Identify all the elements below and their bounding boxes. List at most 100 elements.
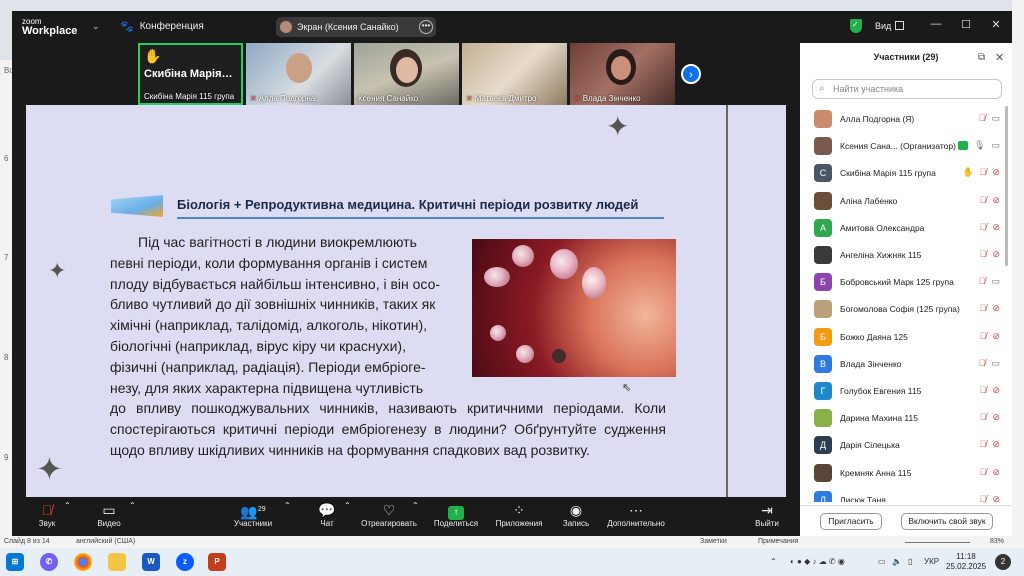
participant-row[interactable]: Л Лисюк Таня 🎙̸ ⊘ xyxy=(800,487,1006,502)
camera-on-icon: ▭ xyxy=(991,113,1000,123)
apps-label: Приложения xyxy=(495,519,543,528)
participant-status-icons: 🎙̸ ⊘ xyxy=(974,467,1000,478)
mic-off-icon: 🎙̸ xyxy=(978,113,986,123)
participant-status-icons: ✋ 🎙̸ ⊘ xyxy=(956,167,1000,178)
popout-icon[interactable]: ⧉ xyxy=(978,52,985,63)
windows-start-icon[interactable]: ⊞ xyxy=(6,553,24,571)
video-tile-matveev[interactable]: ✕ Матвеєв Дмитро xyxy=(462,43,567,105)
sparkle-star-icon: ✦ xyxy=(48,258,67,283)
participant-name: Влада Зінченко xyxy=(840,358,902,369)
react-label: Отреагировать xyxy=(361,519,417,528)
powerpoint-icon[interactable]: P xyxy=(208,553,226,571)
network-icon[interactable]: ▭ xyxy=(878,557,886,566)
avatar: Д xyxy=(814,436,832,455)
participant-row[interactable]: Аліна Лабенко 🎙̸ ⊘ xyxy=(800,188,1006,215)
participant-row[interactable]: Ангеліна Хижняк 115 🎙̸ ⊘ xyxy=(800,242,1006,269)
leave-button[interactable]: ⇥ Выйти xyxy=(752,501,782,528)
system-clock[interactable]: 11:18 25.02.2025 xyxy=(946,552,986,572)
mic-off-icon: ✕ xyxy=(574,94,581,103)
chevron-up-icon[interactable]: ⌃ xyxy=(344,501,351,510)
camera-off-icon: ⊘ xyxy=(992,466,1000,477)
participant-row[interactable]: А Амитова Олександра 🎙̸ ⊘ xyxy=(800,215,1006,242)
zoom-slider[interactable] xyxy=(905,542,970,543)
minimize-icon[interactable]: — xyxy=(928,18,944,30)
maximize-icon[interactable]: ☐ xyxy=(958,18,974,31)
participant-row[interactable]: Б Бобровський Марк 125 група 🎙̸ ▭ xyxy=(800,269,1006,296)
tray-app-icons[interactable]: ◐ ● ◆ ♪ ☁ ✆ ◉ xyxy=(790,557,845,566)
viber-icon[interactable]: ✆ xyxy=(40,553,58,571)
participant-row[interactable]: Г Голубок Евгения 115 🎙̸ ⊘ xyxy=(800,378,1006,405)
chevron-up-icon[interactable]: ⌃ xyxy=(412,501,419,510)
video-tile-sanaiko[interactable]: Ксения Санайко xyxy=(354,43,459,105)
zoom-icon[interactable]: z xyxy=(176,553,194,571)
participant-status-icons: 🎙̸ ▭ xyxy=(973,276,1000,287)
scrollbar[interactable] xyxy=(1005,106,1008,266)
more-button[interactable]: ⋯ Дополнительно xyxy=(604,501,668,528)
audio-button[interactable]: 🎙̸ Звук xyxy=(34,501,60,528)
keyboard-language[interactable]: УКР xyxy=(924,557,939,566)
participant-row[interactable]: Кремняк Анна 115 🎙̸ ⊘ xyxy=(800,460,1006,487)
react-button[interactable]: ♡ Отреагировать xyxy=(358,501,420,528)
screen-share-pill[interactable]: Экран (Ксения Санайко) ••• xyxy=(276,17,436,37)
video-button[interactable]: ▭ Видео xyxy=(92,501,126,528)
participant-row[interactable]: С Скибіна Марія 115 група ✋ 🎙̸ ⊘ xyxy=(800,160,1006,187)
battery-icon[interactable]: ▯ xyxy=(908,557,912,566)
next-page-arrow-icon[interactable]: › xyxy=(681,64,701,84)
avatar: А xyxy=(814,218,832,237)
participant-row[interactable]: Б Божко Даяна 125 🎙̸ ⊘ xyxy=(800,324,1006,351)
mic-off-icon: 🎙̸ xyxy=(979,385,987,395)
close-icon[interactable]: ✕ xyxy=(988,18,1004,31)
zoom-level[interactable]: 83% xyxy=(990,538,1004,545)
book-logo-icon xyxy=(111,195,163,217)
chevron-up-icon[interactable]: ⌃ xyxy=(129,501,136,510)
raised-hand-icon: ✋ xyxy=(962,167,974,178)
language-status[interactable]: английский (США) xyxy=(76,538,135,545)
participant-row[interactable]: Богомолова Софія (125 група) 🎙̸ ⊘ xyxy=(800,296,1006,323)
meeting-info[interactable]: 🐾 Конференция xyxy=(120,20,204,33)
shared-screen: ✦ ✦ ✦ Біологія + Репродуктивна медицина.… xyxy=(26,105,786,497)
mic-off-icon: 🎙̸ xyxy=(979,303,987,314)
view-label[interactable]: Вид xyxy=(875,21,891,31)
word-icon[interactable]: W xyxy=(142,553,160,571)
apps-button[interactable]: ⁘ Приложения xyxy=(492,501,546,528)
grid-view-icon[interactable] xyxy=(895,21,904,30)
invite-button[interactable]: Пригласить xyxy=(820,513,882,530)
video-tile-podgorna[interactable]: ✕ Алла Подгорна xyxy=(246,43,351,105)
close-icon[interactable]: ✕ xyxy=(995,51,1004,64)
participant-row[interactable]: В Влада Зінченко 🎙̸ ▭ xyxy=(800,351,1006,378)
chrome-icon[interactable] xyxy=(74,553,92,571)
record-button[interactable]: ◉ Запись xyxy=(560,501,592,528)
camera-off-icon: ⊘ xyxy=(992,439,1000,450)
more-icon[interactable]: ••• xyxy=(419,20,433,34)
participant-status-icons: 🎙̸ ▭ xyxy=(973,358,1000,369)
share-button[interactable]: ↑ Поделиться xyxy=(430,501,482,528)
participant-row[interactable]: Дарина Махина 115 🎙̸ ⊘ xyxy=(800,405,1006,432)
participant-row[interactable]: Ксения Сана... (Организатор) 🎙 ▭ xyxy=(800,133,1006,160)
security-shield-icon[interactable] xyxy=(850,19,862,33)
chevron-up-icon[interactable]: ⌃ xyxy=(284,501,291,510)
participant-name: Амитова Олександра xyxy=(840,222,925,233)
tray-chevron-icon[interactable]: ⌃ xyxy=(770,557,777,566)
comments-button[interactable]: Примечания xyxy=(758,538,798,545)
video-tile-zinchenko[interactable]: ✕ Влада Зінченко xyxy=(570,43,675,105)
participant-row[interactable]: Алла Подгорна (Я) 🎙̸ ▭ xyxy=(800,106,1006,133)
participants-button[interactable]: 👥29 Участники xyxy=(230,501,276,528)
video-tile-skybina[interactable]: ✋ Скибіна Марія… Скибіна Марія 115 група xyxy=(138,43,243,105)
volume-icon[interactable]: 🔈 xyxy=(892,557,902,566)
notes-button[interactable]: Заметки xyxy=(700,538,727,545)
chevron-down-icon[interactable]: ⌄ xyxy=(92,21,100,32)
chevron-up-icon[interactable]: ⌃ xyxy=(64,501,71,510)
chat-button[interactable]: 💬 Чат xyxy=(314,501,340,528)
participant-status-icons: 🎙̸ ⊘ xyxy=(974,249,1000,260)
participants-panel: Участники (29) ⧉ ✕ ⌕ Найти участника Алл… xyxy=(800,43,1012,536)
record-label: Запись xyxy=(562,519,590,528)
avatar xyxy=(814,409,832,428)
participant-status-icons: 🎙̸ ⊘ xyxy=(974,195,1000,206)
camera-icon: ▭ xyxy=(102,502,116,518)
participant-row[interactable]: Д Дарія Сілецька 🎙̸ ⊘ xyxy=(800,432,1006,459)
notifications-badge[interactable]: 2 xyxy=(995,554,1011,570)
file-explorer-icon[interactable] xyxy=(108,553,126,571)
participant-status-icons: 🎙̸ ⊘ xyxy=(974,331,1000,342)
unmute-me-button[interactable]: Включить свой звук xyxy=(901,513,993,530)
participant-search-input[interactable]: ⌕ Найти участника xyxy=(812,79,1002,99)
